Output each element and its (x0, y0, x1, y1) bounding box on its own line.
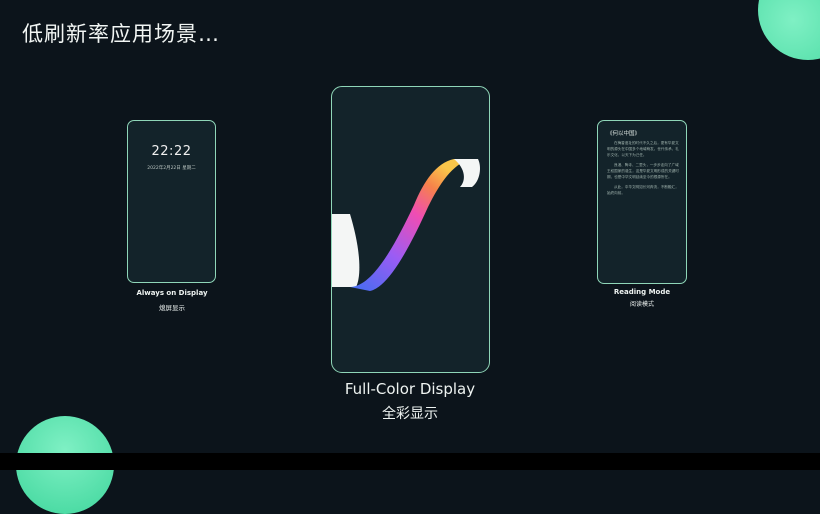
reading-label-en: Reading Mode (613, 288, 671, 296)
phone-full-color-display (331, 86, 490, 373)
phone-always-on-display: 22:22 2022年2月22日 星期二 (127, 120, 216, 283)
always-on-label-en: Always on Display (136, 289, 208, 297)
reading-paragraph: 从此，中华文明如长河奔流，不断融汇，始终向前。 (607, 185, 679, 195)
reading-book-title: 《何以中国》 (607, 131, 641, 137)
letterbox-bar (0, 453, 820, 470)
full-color-label-en: Full-Color Display (344, 380, 476, 398)
phone-reading-mode: 《何以中国》 在梅香遗址的时代不久之后，更有华夏文明的源头在中国多个地域萌发。世… (597, 120, 687, 284)
aod-clock: 22:22 (151, 144, 192, 159)
reading-label-cn: 阅读模式 (629, 301, 654, 308)
reading-paragraph: 在梅香遗址的时代不久之后，更有华夏文明的源头在中国多个地域萌发。世代传承，礼乐文… (607, 141, 679, 157)
page-title: 低刷新率应用场景… (22, 22, 220, 46)
ribbon-logo-icon (332, 159, 480, 291)
always-on-label-cn: 熄屏显示 (159, 304, 185, 312)
reading-paragraph: 良渚、陶寺、二里头，一步步走向了广域王权国家的诞生，这是华夏文明形成的关键时期，… (607, 163, 679, 179)
aod-date: 2022年2月22日 星期二 (147, 166, 196, 171)
full-color-label-cn: 全彩显示 (382, 406, 438, 422)
reading-body-text: 在梅香遗址的时代不久之后，更有华夏文明的源头在中国多个地域萌发。世代传承，礼乐文… (607, 140, 679, 200)
decorative-circle-top-right (758, 0, 820, 60)
